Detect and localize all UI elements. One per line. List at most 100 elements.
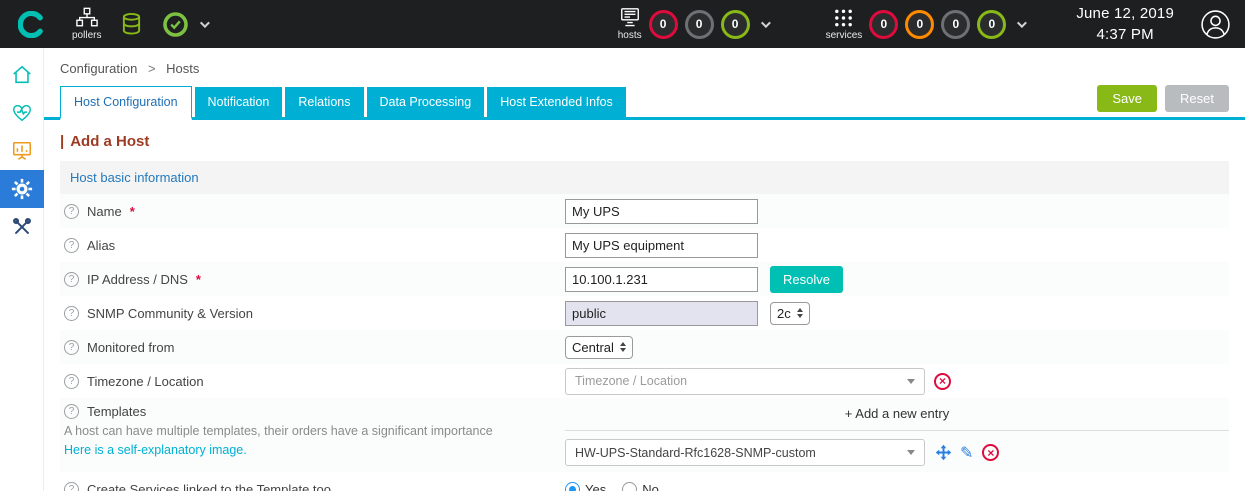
services-icon: [833, 8, 854, 28]
name-input[interactable]: [565, 199, 758, 224]
required-marker: *: [196, 272, 201, 287]
pollers-label: pollers: [72, 30, 101, 41]
help-icon[interactable]: ?: [64, 340, 79, 355]
help-icon[interactable]: ?: [64, 306, 79, 321]
centreon-logo[interactable]: [10, 11, 52, 38]
yes-label: Yes: [585, 482, 606, 491]
sidebar-item-administration[interactable]: [0, 208, 44, 246]
help-icon[interactable]: ?: [64, 272, 79, 287]
help-icon[interactable]: ?: [64, 238, 79, 253]
hosts-unreachable-badge[interactable]: 0: [685, 10, 714, 39]
pollers-status[interactable]: pollers: [72, 7, 101, 41]
clear-timezone-icon[interactable]: ×: [934, 373, 951, 390]
chevron-down-icon[interactable]: [761, 18, 771, 28]
tools-icon: [11, 216, 33, 238]
template-entry-row: HW-UPS-Standard-Rfc1628-SNMP-custom ✎ ×: [565, 430, 1229, 466]
select-arrows-icon: [620, 342, 626, 352]
create-services-yes-radio[interactable]: [565, 482, 580, 491]
hosts-icon: [619, 7, 641, 28]
hosts-status[interactable]: hosts: [618, 7, 642, 41]
database-icon: [121, 12, 142, 36]
hosts-up-badge[interactable]: 0: [721, 10, 750, 39]
snmp-label: SNMP Community & Version: [87, 306, 253, 321]
title-pipe: |: [60, 133, 64, 150]
template-select[interactable]: HW-UPS-Standard-Rfc1628-SNMP-custom: [565, 439, 925, 466]
snmp-version-select[interactable]: 2c: [770, 302, 810, 325]
monitored-from-value: Central: [572, 340, 614, 355]
create-services-no-radio[interactable]: [622, 482, 637, 491]
current-date: June 12, 2019: [1076, 3, 1174, 24]
reset-button[interactable]: Reset: [1165, 85, 1229, 112]
services-unknown-badge[interactable]: 0: [941, 10, 970, 39]
edit-template-icon[interactable]: ✎: [960, 443, 973, 463]
form-row-snmp: ? SNMP Community & Version 2c: [60, 296, 1229, 330]
help-icon[interactable]: ?: [64, 204, 79, 219]
hosts-down-badge[interactable]: 0: [649, 10, 678, 39]
hosts-label: hosts: [618, 30, 642, 41]
chevron-down-icon[interactable]: [1017, 18, 1027, 28]
templates-help-link[interactable]: Here is a self-explanatory image.: [64, 443, 247, 457]
sidebar-item-configuration[interactable]: [0, 170, 44, 208]
timezone-label: Timezone / Location: [87, 374, 204, 389]
sidebar: [0, 48, 44, 491]
timezone-select[interactable]: Timezone / Location: [565, 368, 925, 395]
section-header-host-basic-information: Host basic information: [60, 161, 1229, 194]
snmp-version-value: 2c: [777, 306, 791, 321]
pollers-icon: [76, 7, 98, 28]
templates-help-text: A host can have multiple templates, thei…: [64, 424, 493, 438]
form-row-create-services: ? Create Services linked to the Template…: [60, 472, 1229, 491]
timezone-placeholder: Timezone / Location: [575, 374, 907, 388]
tab-host-extended-infos[interactable]: Host Extended Infos: [487, 87, 626, 117]
monitored-from-label: Monitored from: [87, 340, 174, 355]
tab-host-configuration[interactable]: Host Configuration: [60, 86, 192, 120]
form-row-name: ? Name *: [60, 194, 1229, 228]
gear-icon: [11, 178, 33, 200]
snmp-community-input[interactable]: [565, 301, 758, 326]
services-status[interactable]: services: [826, 8, 863, 41]
page-title: |Add a Host: [44, 120, 1245, 159]
ip-input[interactable]: [565, 267, 758, 292]
services-critical-badge[interactable]: 0: [869, 10, 898, 39]
poller-ok-status[interactable]: [162, 11, 207, 38]
help-icon[interactable]: ?: [64, 374, 79, 389]
alias-input[interactable]: [565, 233, 758, 258]
save-button[interactable]: Save: [1097, 85, 1157, 112]
form-row-ip: ? IP Address / DNS * Resolve: [60, 262, 1229, 296]
breadcrumb-configuration[interactable]: Configuration: [60, 61, 137, 76]
ip-label: IP Address / DNS: [87, 272, 188, 287]
host-form: ? Name * ? Alias: [60, 194, 1229, 491]
sidebar-item-reporting[interactable]: [0, 132, 44, 170]
template-selected-value: HW-UPS-Standard-Rfc1628-SNMP-custom: [575, 446, 907, 460]
required-marker: *: [130, 204, 135, 219]
breadcrumb-separator: >: [148, 61, 156, 76]
form-row-monitored-from: ? Monitored from Central: [60, 330, 1229, 364]
no-label: No: [642, 482, 659, 491]
monitored-from-select[interactable]: Central: [565, 336, 633, 359]
services-warning-badge[interactable]: 0: [905, 10, 934, 39]
help-icon[interactable]: ?: [64, 404, 79, 419]
delete-template-icon[interactable]: ×: [982, 444, 999, 461]
user-menu[interactable]: [1200, 9, 1231, 40]
main-content: Configuration > Hosts Host Configuration…: [44, 48, 1245, 491]
sidebar-item-monitoring[interactable]: [0, 94, 44, 132]
sidebar-item-home[interactable]: [0, 56, 44, 94]
tab-bar: Host Configuration Notification Relation…: [44, 85, 1245, 120]
tab-notification[interactable]: Notification: [195, 87, 283, 117]
database-status[interactable]: [121, 12, 142, 36]
tab-relations[interactable]: Relations: [285, 87, 363, 117]
tab-data-processing[interactable]: Data Processing: [367, 87, 485, 117]
current-time: 4:37 PM: [1076, 24, 1174, 45]
services-ok-badge[interactable]: 0: [977, 10, 1006, 39]
chevron-down-icon: [907, 450, 915, 455]
resolve-button[interactable]: Resolve: [770, 266, 843, 293]
name-label: Name: [87, 204, 122, 219]
breadcrumb-hosts[interactable]: Hosts: [166, 61, 199, 76]
centreon-logo-icon: [18, 11, 45, 38]
move-template-icon[interactable]: [935, 444, 952, 461]
clock: June 12, 2019 4:37 PM: [1076, 3, 1174, 45]
topbar: pollers hosts 0 0 0 services 0 0 0 0 Jun…: [0, 0, 1245, 48]
add-template-entry-link[interactable]: + Add a new entry: [845, 404, 949, 430]
help-icon[interactable]: ?: [64, 482, 79, 491]
chevron-down-icon[interactable]: [200, 18, 210, 28]
templates-label: Templates: [87, 404, 146, 419]
